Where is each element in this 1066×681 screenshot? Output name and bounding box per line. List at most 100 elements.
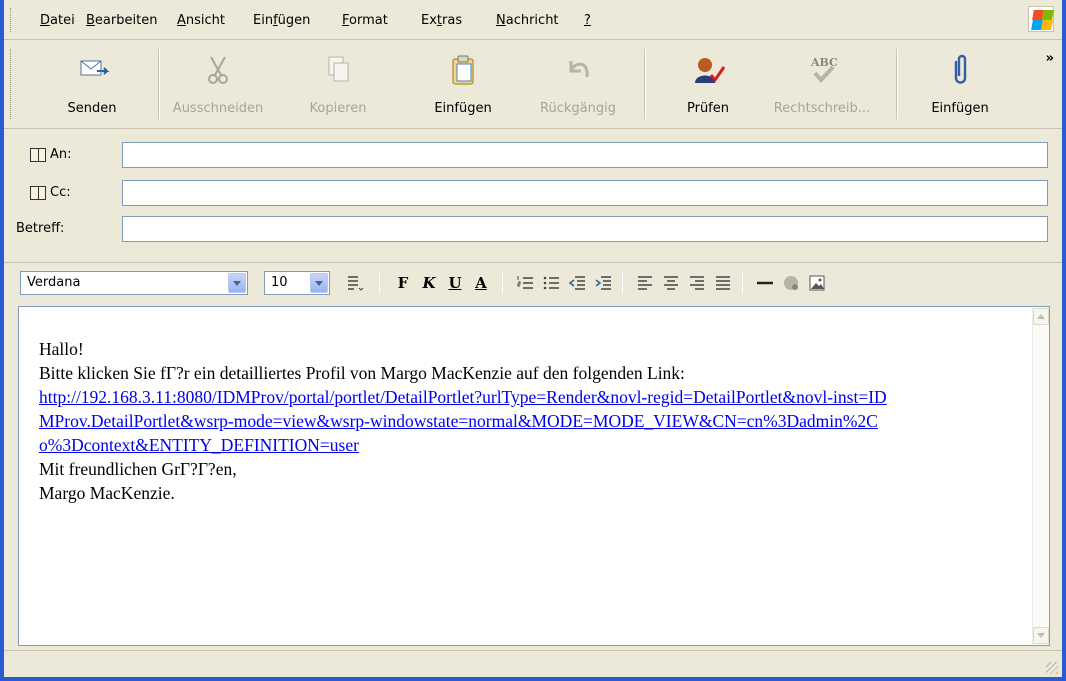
hyperlink-globe-icon — [784, 276, 798, 290]
horizontal-line-button[interactable] — [754, 272, 776, 294]
spelling-button[interactable]: ABC Rechtschreib... — [762, 41, 882, 129]
toolbar-separator — [158, 49, 160, 119]
undo-label: Rückgängig — [540, 101, 616, 116]
copy-button[interactable]: Kopieren — [290, 41, 386, 129]
closing-line: Mit freundlichen GrΓ?Γ?en, — [39, 459, 237, 479]
resize-grip-icon[interactable] — [1046, 662, 1058, 674]
numbered-list-icon — [517, 276, 533, 289]
to-label[interactable]: An: — [30, 147, 72, 162]
copy-icon — [328, 56, 349, 82]
bullet-list-button[interactable] — [540, 272, 562, 294]
menu-einfuegen[interactable]: Einfügen — [253, 13, 310, 28]
align-right-icon — [690, 276, 704, 290]
profile-link[interactable]: http://192.168.3.11:8080/IDMProv/portal/… — [39, 387, 887, 455]
justify-button[interactable] — [712, 272, 734, 294]
scroll-down-arrow-icon[interactable] — [1033, 627, 1049, 644]
subject-field[interactable] — [122, 216, 1048, 242]
svg-text:ABC: ABC — [810, 56, 838, 69]
paperclip-icon — [954, 54, 967, 84]
toolbar-overflow-chevron[interactable]: » — [1046, 51, 1054, 66]
attach-label: Einfügen — [931, 101, 989, 116]
chevron-down-icon[interactable] — [310, 273, 328, 293]
decrease-indent-icon — [568, 276, 585, 290]
chevron-down-icon[interactable] — [228, 273, 246, 293]
send-mail-icon — [80, 60, 109, 76]
cut-label: Ausschneiden — [172, 101, 264, 116]
paste-button[interactable]: Einfügen — [408, 41, 518, 129]
send-label: Senden — [67, 101, 117, 116]
font-select-value: Verdana — [27, 275, 81, 290]
paragraph-style-icon — [348, 276, 364, 291]
message-body[interactable]: Hallo! Bitte klicken Sie fΓ?r ein detail… — [18, 306, 1050, 646]
menu-format[interactable]: Format — [342, 13, 388, 28]
formatting-toolbar: Verdana 10 F K U A — [4, 262, 1062, 304]
font-color-button[interactable]: A — [470, 272, 492, 294]
menubar-grip[interactable] — [10, 8, 13, 32]
bullet-list-icon — [543, 276, 559, 290]
format-separator — [742, 272, 743, 294]
copy-label: Kopieren — [309, 101, 367, 116]
spelling-label: Rechtschreib... — [773, 101, 871, 116]
status-bar — [4, 650, 1062, 677]
intro-line: Bitte klicken Sie fΓ?r ein detailliertes… — [39, 363, 685, 383]
toolbar-grip[interactable] — [10, 49, 13, 119]
align-center-button[interactable] — [660, 272, 682, 294]
menu-help[interactable]: ? — [584, 13, 591, 28]
horizontal-line-icon — [757, 281, 773, 285]
font-select[interactable]: Verdana — [20, 271, 248, 295]
font-size-value: 10 — [271, 275, 288, 290]
windows-logo-icon — [1028, 6, 1054, 32]
subject-label: Betreff: — [16, 221, 65, 236]
increase-indent-button[interactable] — [592, 272, 614, 294]
toolbar-separator — [644, 49, 646, 119]
align-right-button[interactable] — [686, 272, 708, 294]
greeting-line: Hallo! — [39, 339, 84, 359]
menu-nachricht[interactable]: Nachricht — [496, 13, 559, 28]
paste-label: Einfügen — [434, 101, 492, 116]
attach-button[interactable]: Einfügen — [908, 41, 1012, 129]
cc-label[interactable]: Cc: — [30, 185, 71, 200]
numbered-list-button[interactable] — [514, 272, 536, 294]
undo-button[interactable]: Rückgängig — [526, 41, 630, 129]
menu-datei[interactable]: Datei — [40, 13, 75, 28]
cc-field[interactable] — [122, 180, 1048, 206]
standard-toolbar: Senden Ausschneiden Kopieren Einfügen Rü… — [4, 41, 1062, 129]
font-size-select[interactable]: 10 — [264, 271, 330, 295]
italic-button[interactable]: K — [418, 272, 440, 294]
align-left-icon — [638, 276, 652, 290]
increase-indent-icon — [595, 276, 611, 290]
menu-ansicht[interactable]: Ansicht — [177, 13, 225, 28]
cut-button[interactable]: Ausschneiden — [166, 41, 270, 129]
compose-window: Datei Bearbeiten Ansicht Einfügen Format… — [0, 0, 1066, 681]
paragraph-style-button[interactable] — [344, 272, 366, 294]
address-book-icon — [30, 147, 46, 162]
vertical-scrollbar[interactable] — [1032, 307, 1049, 645]
scissors-icon — [208, 56, 228, 84]
format-separator — [502, 272, 503, 294]
bold-button[interactable]: F — [392, 272, 414, 294]
scroll-up-arrow-icon[interactable] — [1033, 308, 1049, 325]
align-left-button[interactable] — [634, 272, 656, 294]
insert-picture-button[interactable] — [806, 272, 828, 294]
decrease-indent-button[interactable] — [566, 272, 588, 294]
to-label-text: An: — [50, 147, 72, 162]
format-separator — [379, 272, 380, 294]
check-names-button[interactable]: Prüfen — [664, 41, 752, 129]
to-row: An: — [4, 138, 1062, 172]
to-field[interactable] — [122, 142, 1048, 168]
check-names-label: Prüfen — [686, 101, 729, 116]
align-center-icon — [664, 276, 678, 290]
underline-button[interactable]: U — [444, 272, 466, 294]
message-text[interactable]: Hallo! Bitte klicken Sie fΓ?r ein detail… — [39, 337, 999, 505]
send-button[interactable]: Senden — [28, 41, 156, 129]
toolbar-separator — [896, 49, 898, 119]
menu-extras[interactable]: Extras — [421, 13, 462, 28]
format-separator — [622, 272, 623, 294]
check-names-icon — [695, 58, 725, 83]
menu-bearbeiten[interactable]: Bearbeiten — [86, 13, 157, 28]
clipboard-icon — [452, 55, 474, 85]
cc-label-text: Cc: — [50, 185, 71, 200]
spellcheck-icon: ABC — [810, 56, 838, 84]
menu-bar: Datei Bearbeiten Ansicht Einfügen Format… — [4, 0, 1062, 40]
hyperlink-button[interactable] — [780, 272, 802, 294]
